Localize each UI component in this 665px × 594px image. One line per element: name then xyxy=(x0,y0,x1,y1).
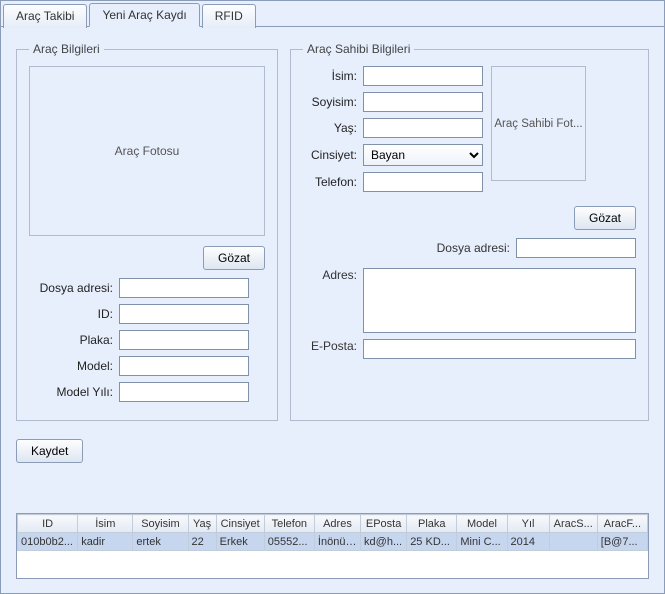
owner-address-label: Adres: xyxy=(303,268,363,333)
owner-filepath-input[interactable] xyxy=(516,238,636,258)
owner-surname-input[interactable] xyxy=(363,92,483,112)
vehicle-filepath-input[interactable] xyxy=(119,278,249,298)
tab-rfid[interactable]: RFID xyxy=(202,4,256,28)
owner-age-label: Yaş: xyxy=(303,121,363,135)
owner-age-input[interactable] xyxy=(363,118,483,138)
grid-header[interactable]: AracF... xyxy=(597,515,647,533)
owner-email-label: E-Posta: xyxy=(303,339,363,359)
tab-arac-takibi[interactable]: Araç Takibi xyxy=(3,4,87,28)
grid-header[interactable]: Adres xyxy=(314,515,360,533)
vehicle-photo-box: Araç Fotosu xyxy=(29,66,265,236)
owner-browse-button[interactable]: Gözat xyxy=(574,206,636,230)
save-button[interactable]: Kaydet xyxy=(16,439,83,463)
vehicle-legend: Araç Bilgileri xyxy=(29,42,104,56)
grid-header[interactable]: Telefon xyxy=(264,515,314,533)
owner-phone-label: Telefon: xyxy=(303,175,363,189)
vehicle-model-input[interactable] xyxy=(119,356,249,376)
vehicle-id-input[interactable] xyxy=(119,304,249,324)
grid-header[interactable]: Yaş xyxy=(188,515,216,533)
grid-header[interactable]: Model xyxy=(457,515,507,533)
grid-header[interactable]: Soyisim xyxy=(133,515,188,533)
vehicle-plate-input[interactable] xyxy=(119,330,249,350)
grid-header-row: ID İsim Soyisim Yaş Cinsiyet Telefon Adr… xyxy=(18,515,648,533)
owner-name-input[interactable] xyxy=(363,66,483,86)
owner-name-label: İsim: xyxy=(303,69,363,83)
tab-panel: Araç Bilgileri Araç Fotosu Gözat Dosya a… xyxy=(1,26,664,594)
vehicle-year-input[interactable] xyxy=(119,382,249,402)
owner-filepath-label: Dosya adresi: xyxy=(437,241,510,255)
grid-header[interactable]: Cinsiyet xyxy=(216,515,264,533)
owner-photo-box: Araç Sahibi Fot... xyxy=(491,66,586,181)
vehicle-plate-label: Plaka: xyxy=(29,333,119,347)
owner-legend: Araç Sahibi Bilgileri xyxy=(303,42,414,56)
vehicle-fieldset: Araç Bilgileri Araç Fotosu Gözat Dosya a… xyxy=(16,42,278,421)
owner-gender-select[interactable]: Bayan xyxy=(363,144,483,166)
vehicle-year-label: Model Yılı: xyxy=(29,385,119,399)
owner-address-input[interactable] xyxy=(363,268,636,333)
grid-header[interactable]: Yıl xyxy=(507,515,549,533)
tab-bar: Araç Takibi Yeni Araç Kaydı RFID xyxy=(1,1,664,27)
vehicle-model-label: Model: xyxy=(29,359,119,373)
owner-email-input[interactable] xyxy=(363,339,636,359)
owner-phone-input[interactable] xyxy=(363,172,483,192)
grid-header[interactable]: ID xyxy=(18,515,78,533)
grid-header[interactable]: Plaka xyxy=(407,515,457,533)
tab-container: Araç Takibi Yeni Araç Kaydı RFID Araç Bi… xyxy=(0,0,665,594)
vehicle-browse-button[interactable]: Gözat xyxy=(203,246,265,270)
grid-header[interactable]: İsim xyxy=(78,515,133,533)
grid-header[interactable]: AracS... xyxy=(549,515,597,533)
owner-gender-label: Cinsiyet: xyxy=(303,148,363,162)
tab-yeni-arac-kaydi[interactable]: Yeni Araç Kaydı xyxy=(89,3,199,27)
data-grid[interactable]: ID İsim Soyisim Yaş Cinsiyet Telefon Adr… xyxy=(16,513,649,579)
table-row[interactable]: 010b0b2... kadir ertek 22 Erkek 05552...… xyxy=(18,533,648,551)
grid-header[interactable]: EPosta xyxy=(361,515,407,533)
vehicle-filepath-label: Dosya adresi: xyxy=(29,281,119,295)
vehicle-id-label: ID: xyxy=(29,307,119,321)
owner-fieldset: Araç Sahibi Bilgileri İsim: Soyisim: Yaş… xyxy=(290,42,649,421)
owner-surname-label: Soyisim: xyxy=(303,95,363,109)
